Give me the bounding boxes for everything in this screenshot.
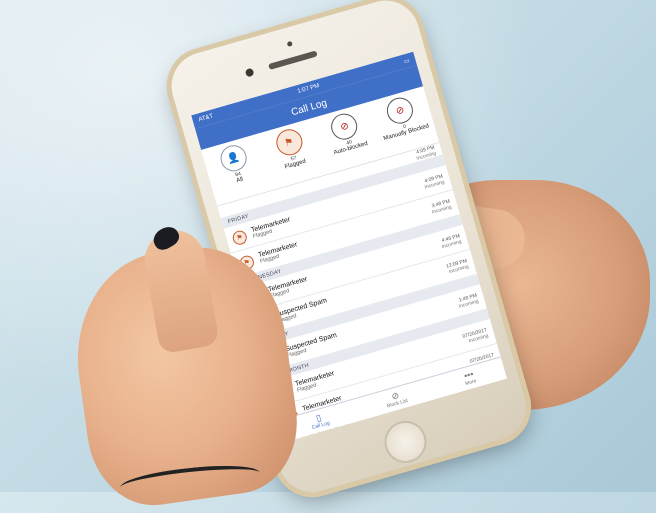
person-icon: 👤	[217, 142, 250, 175]
blocked-icon: ⊘	[383, 94, 417, 127]
filter-manually-blocked[interactable]: ⊘ 0 Manually Blocked	[372, 91, 431, 143]
tab-block-list[interactable]: ⊘ Block List	[384, 388, 409, 410]
flag-icon: ⚑	[230, 228, 249, 246]
tab-label: More	[464, 378, 478, 388]
filter-label: Manually Blocked	[382, 123, 430, 143]
filter-auto-blocked[interactable]: ⊘ 40 Auto-blocked	[317, 107, 376, 159]
home-button[interactable]	[379, 415, 432, 468]
front-camera	[244, 67, 255, 78]
filter-label: All	[235, 176, 244, 185]
flag-icon: ⚑	[272, 126, 306, 159]
carrier-label: AT&T	[198, 113, 214, 124]
filter-label: Flagged	[284, 158, 307, 171]
filter-flagged[interactable]: ⚑ 57 Flagged	[261, 123, 320, 175]
tab-label: Call Log	[311, 420, 331, 432]
filter-all[interactable]: 👤 84 All	[206, 139, 265, 191]
blocked-icon: ⊘	[328, 110, 361, 143]
tab-label: Block List	[386, 397, 409, 410]
battery-icon: ▭	[403, 57, 411, 65]
tab-call-log[interactable]: ▯ Call Log	[308, 411, 330, 431]
front-sensor	[286, 40, 293, 47]
earpiece	[268, 50, 318, 70]
tab-more[interactable]: ••• More	[462, 369, 478, 388]
